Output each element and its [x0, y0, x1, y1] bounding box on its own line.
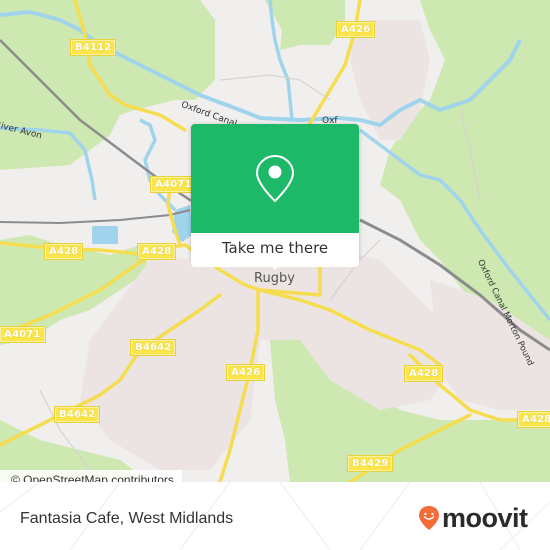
- location-pin-icon: [255, 154, 295, 203]
- road-label-b4642-center: B4642: [129, 339, 177, 356]
- popup-tail: [266, 260, 284, 270]
- brand-name: moovit: [442, 503, 528, 533]
- lake: [92, 226, 118, 244]
- place-name: Fantasia Cafe, West Midlands: [20, 510, 234, 527]
- road-label-a426-south: A426: [225, 364, 266, 381]
- road-label-a426-north: A426: [335, 21, 376, 38]
- road-label-a428-east: A428: [403, 365, 444, 382]
- town-label-rugby: Rugby: [254, 271, 295, 286]
- popup-header: [191, 124, 359, 233]
- road-label-b4112: B4112: [69, 39, 117, 56]
- road-label-b4429: B4429: [346, 455, 394, 472]
- map[interactable]: B4112 A426 A4071 A428 A428 A4071 B4642 A…: [0, 0, 550, 482]
- road-label-a428-west: A428: [43, 243, 84, 260]
- moovit-pin-icon: [419, 506, 439, 530]
- map-attribution[interactable]: © OpenStreetMap contributors: [0, 470, 182, 482]
- moovit-logo[interactable]: moovit: [418, 503, 528, 533]
- road-label-a4071-west: A4071: [0, 326, 46, 343]
- road-label-a4071-center: A4071: [150, 176, 197, 193]
- road-label-a428-far-east: A428: [516, 411, 550, 428]
- road-label-b4642-west: B4642: [53, 406, 101, 423]
- road-label-a428-center: A428: [136, 243, 177, 260]
- location-popup[interactable]: Take me there: [191, 124, 359, 270]
